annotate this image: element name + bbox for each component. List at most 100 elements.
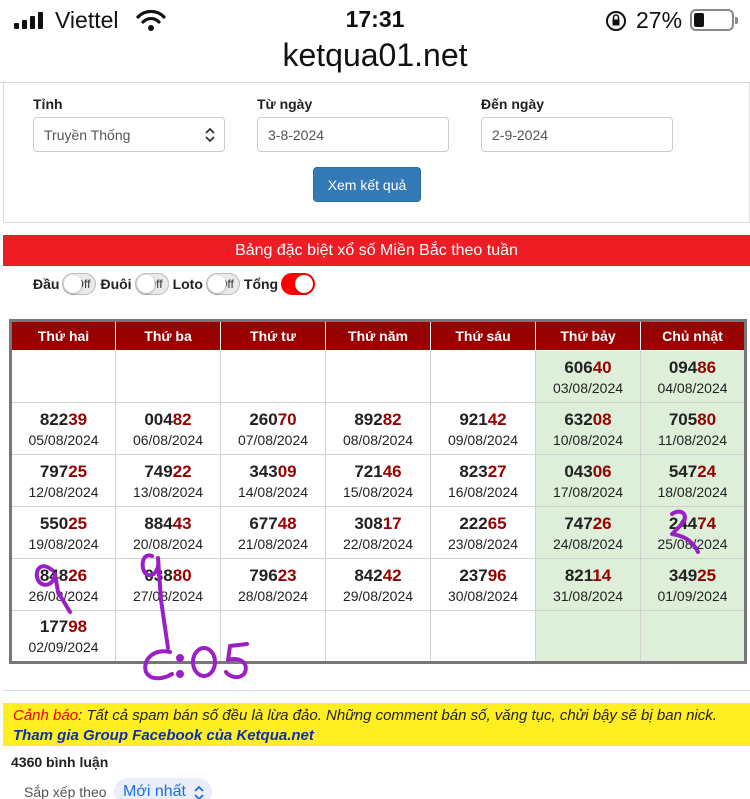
result-cell-saturday: 60640 03/08/2024: [535, 350, 641, 403]
result-cell-friday: 82327 16/08/2024: [430, 454, 536, 507]
result-cell-sunday: [640, 610, 746, 663]
result-cell-wednesday: [220, 350, 326, 403]
draw-date: 11/08/2024: [657, 431, 728, 448]
number-head: 632: [564, 409, 593, 429]
header-wednesday: Thứ tư: [220, 320, 326, 351]
number-tail: 82: [172, 409, 192, 429]
result-cell-monday: 79725 12/08/2024: [10, 454, 116, 507]
number-tail: 96: [487, 565, 507, 585]
toggle-row: Đầu Off Đuôi Off Loto Off Tổng: [33, 272, 319, 296]
number-head: 821: [564, 565, 593, 585]
toggle-tong[interactable]: [281, 273, 316, 295]
special-prize-number: 74922: [116, 461, 220, 483]
special-prize-number: 84826: [12, 565, 115, 587]
facebook-group-link[interactable]: Tham gia Group Facebook của Ketqua.net: [13, 727, 314, 744]
header-monday: Thứ hai: [10, 320, 116, 351]
draw-date: 27/08/2024: [132, 587, 204, 604]
number-tail: 42: [382, 565, 402, 585]
toggle-loto[interactable]: Off: [205, 273, 240, 295]
warning-text: : Tất cả spam bán số đều là lừa đảo. Nhữ…: [78, 707, 717, 724]
province-label: Tỉnh: [33, 96, 63, 112]
draw-date: 24/08/2024: [552, 535, 624, 552]
toggle-dau[interactable]: Off: [62, 273, 97, 295]
sort-select[interactable]: Mới nhất: [114, 778, 212, 799]
draw-date: 25/08/2024: [657, 535, 728, 552]
number-tail: 25: [697, 565, 717, 585]
battery-percent: 27%: [636, 7, 683, 33]
from-date-value: 3-8-2024: [268, 126, 325, 143]
header-tuesday: Thứ ba: [115, 320, 221, 351]
battery-icon: [690, 9, 738, 31]
draw-date: 22/08/2024: [342, 535, 414, 552]
province-select-value: Truyền Thống: [44, 126, 131, 143]
toggle-duoi[interactable]: Off: [134, 273, 169, 295]
view-results-button[interactable]: Xem kết quả: [313, 167, 421, 202]
special-prize-number: 17798: [12, 616, 115, 638]
table-row: 79725 12/08/2024 74922 13/08/2024 34309 14/08…: [10, 454, 746, 507]
number-tail: 26: [68, 565, 88, 585]
address-bar-url[interactable]: ketqua01.net: [0, 37, 750, 74]
draw-date: 09/08/2024: [447, 431, 519, 448]
number-tail: 82: [382, 409, 402, 429]
result-cell-thursday: 72146 15/08/2024: [325, 454, 431, 507]
result-cell-friday: 92142 09/08/2024: [430, 402, 536, 455]
header-friday: Thứ sáu: [430, 320, 536, 351]
number-tail: 06: [592, 461, 612, 481]
number-head: 747: [564, 513, 593, 533]
table-row: 82239 05/08/2024 00482 06/08/2024 26070 07/08…: [10, 402, 746, 455]
number-tail: 70: [277, 409, 297, 429]
draw-date: 30/08/2024: [447, 587, 519, 604]
result-cell-sunday: 34925 01/09/2024: [640, 558, 746, 611]
number-head: 222: [459, 513, 488, 533]
from-date-input[interactable]: 3-8-2024: [257, 117, 449, 152]
draw-date: 26/08/2024: [28, 587, 99, 604]
draw-date: 13/08/2024: [132, 483, 204, 500]
number-head: 043: [564, 461, 593, 481]
number-head: 823: [459, 461, 488, 481]
status-bar: Viettel 17:31 27%: [0, 0, 750, 40]
special-prize-number: 82239: [12, 409, 115, 431]
special-prize-number: 67748: [221, 513, 325, 535]
select-arrows-icon: [205, 127, 215, 143]
header-sunday: Chủ nhật: [640, 320, 746, 351]
special-prize-number: 04306: [536, 461, 640, 483]
result-cell-tuesday: [115, 610, 221, 663]
number-tail: 14: [592, 565, 612, 585]
special-prize-number: 82114: [536, 565, 640, 587]
draw-date: 06/08/2024: [132, 431, 204, 448]
handwritten-dot-lower: [176, 670, 184, 678]
draw-date: 12/08/2024: [28, 483, 99, 500]
select-arrows-icon: [194, 785, 204, 799]
result-cell-saturday: 82114 31/08/2024: [535, 558, 641, 611]
special-prize-number: 22265: [431, 513, 535, 535]
number-head: 797: [39, 461, 69, 481]
special-prize-number: 70580: [641, 409, 744, 431]
draw-date: 05/08/2024: [28, 431, 99, 448]
number-tail: 42: [487, 409, 507, 429]
province-select[interactable]: Truyền Thống: [33, 117, 225, 152]
to-date-input[interactable]: 2-9-2024: [481, 117, 673, 152]
result-cell-tuesday: 03880 27/08/2024: [115, 558, 221, 611]
number-head: 749: [144, 461, 173, 481]
special-prize-number: 26070: [221, 409, 325, 431]
result-cell-monday: 55025 19/08/2024: [10, 506, 116, 559]
special-prize-number: 82327: [431, 461, 535, 483]
special-prize-number: 34925: [641, 565, 744, 587]
draw-date: 07/08/2024: [237, 431, 309, 448]
special-prize-number: 74726: [536, 513, 640, 535]
number-tail: 86: [697, 357, 717, 377]
sort-label: Sắp xếp theo: [24, 784, 107, 799]
table-row: 17798 02/09/2024: [10, 610, 746, 663]
draw-date: 08/08/2024: [342, 431, 414, 448]
to-date-label: Đến ngày: [481, 96, 545, 112]
draw-date: 29/08/2024: [342, 587, 414, 604]
number-head: 606: [564, 357, 593, 377]
number-tail: 80: [172, 565, 192, 585]
number-tail: 27: [487, 461, 507, 481]
special-prize-number: 34309: [221, 461, 325, 483]
result-cell-friday: [430, 350, 536, 403]
to-date-value: 2-9-2024: [492, 126, 549, 143]
special-prize-number: 55025: [12, 513, 115, 535]
draw-date: 28/08/2024: [237, 587, 309, 604]
number-head: 260: [249, 409, 278, 429]
